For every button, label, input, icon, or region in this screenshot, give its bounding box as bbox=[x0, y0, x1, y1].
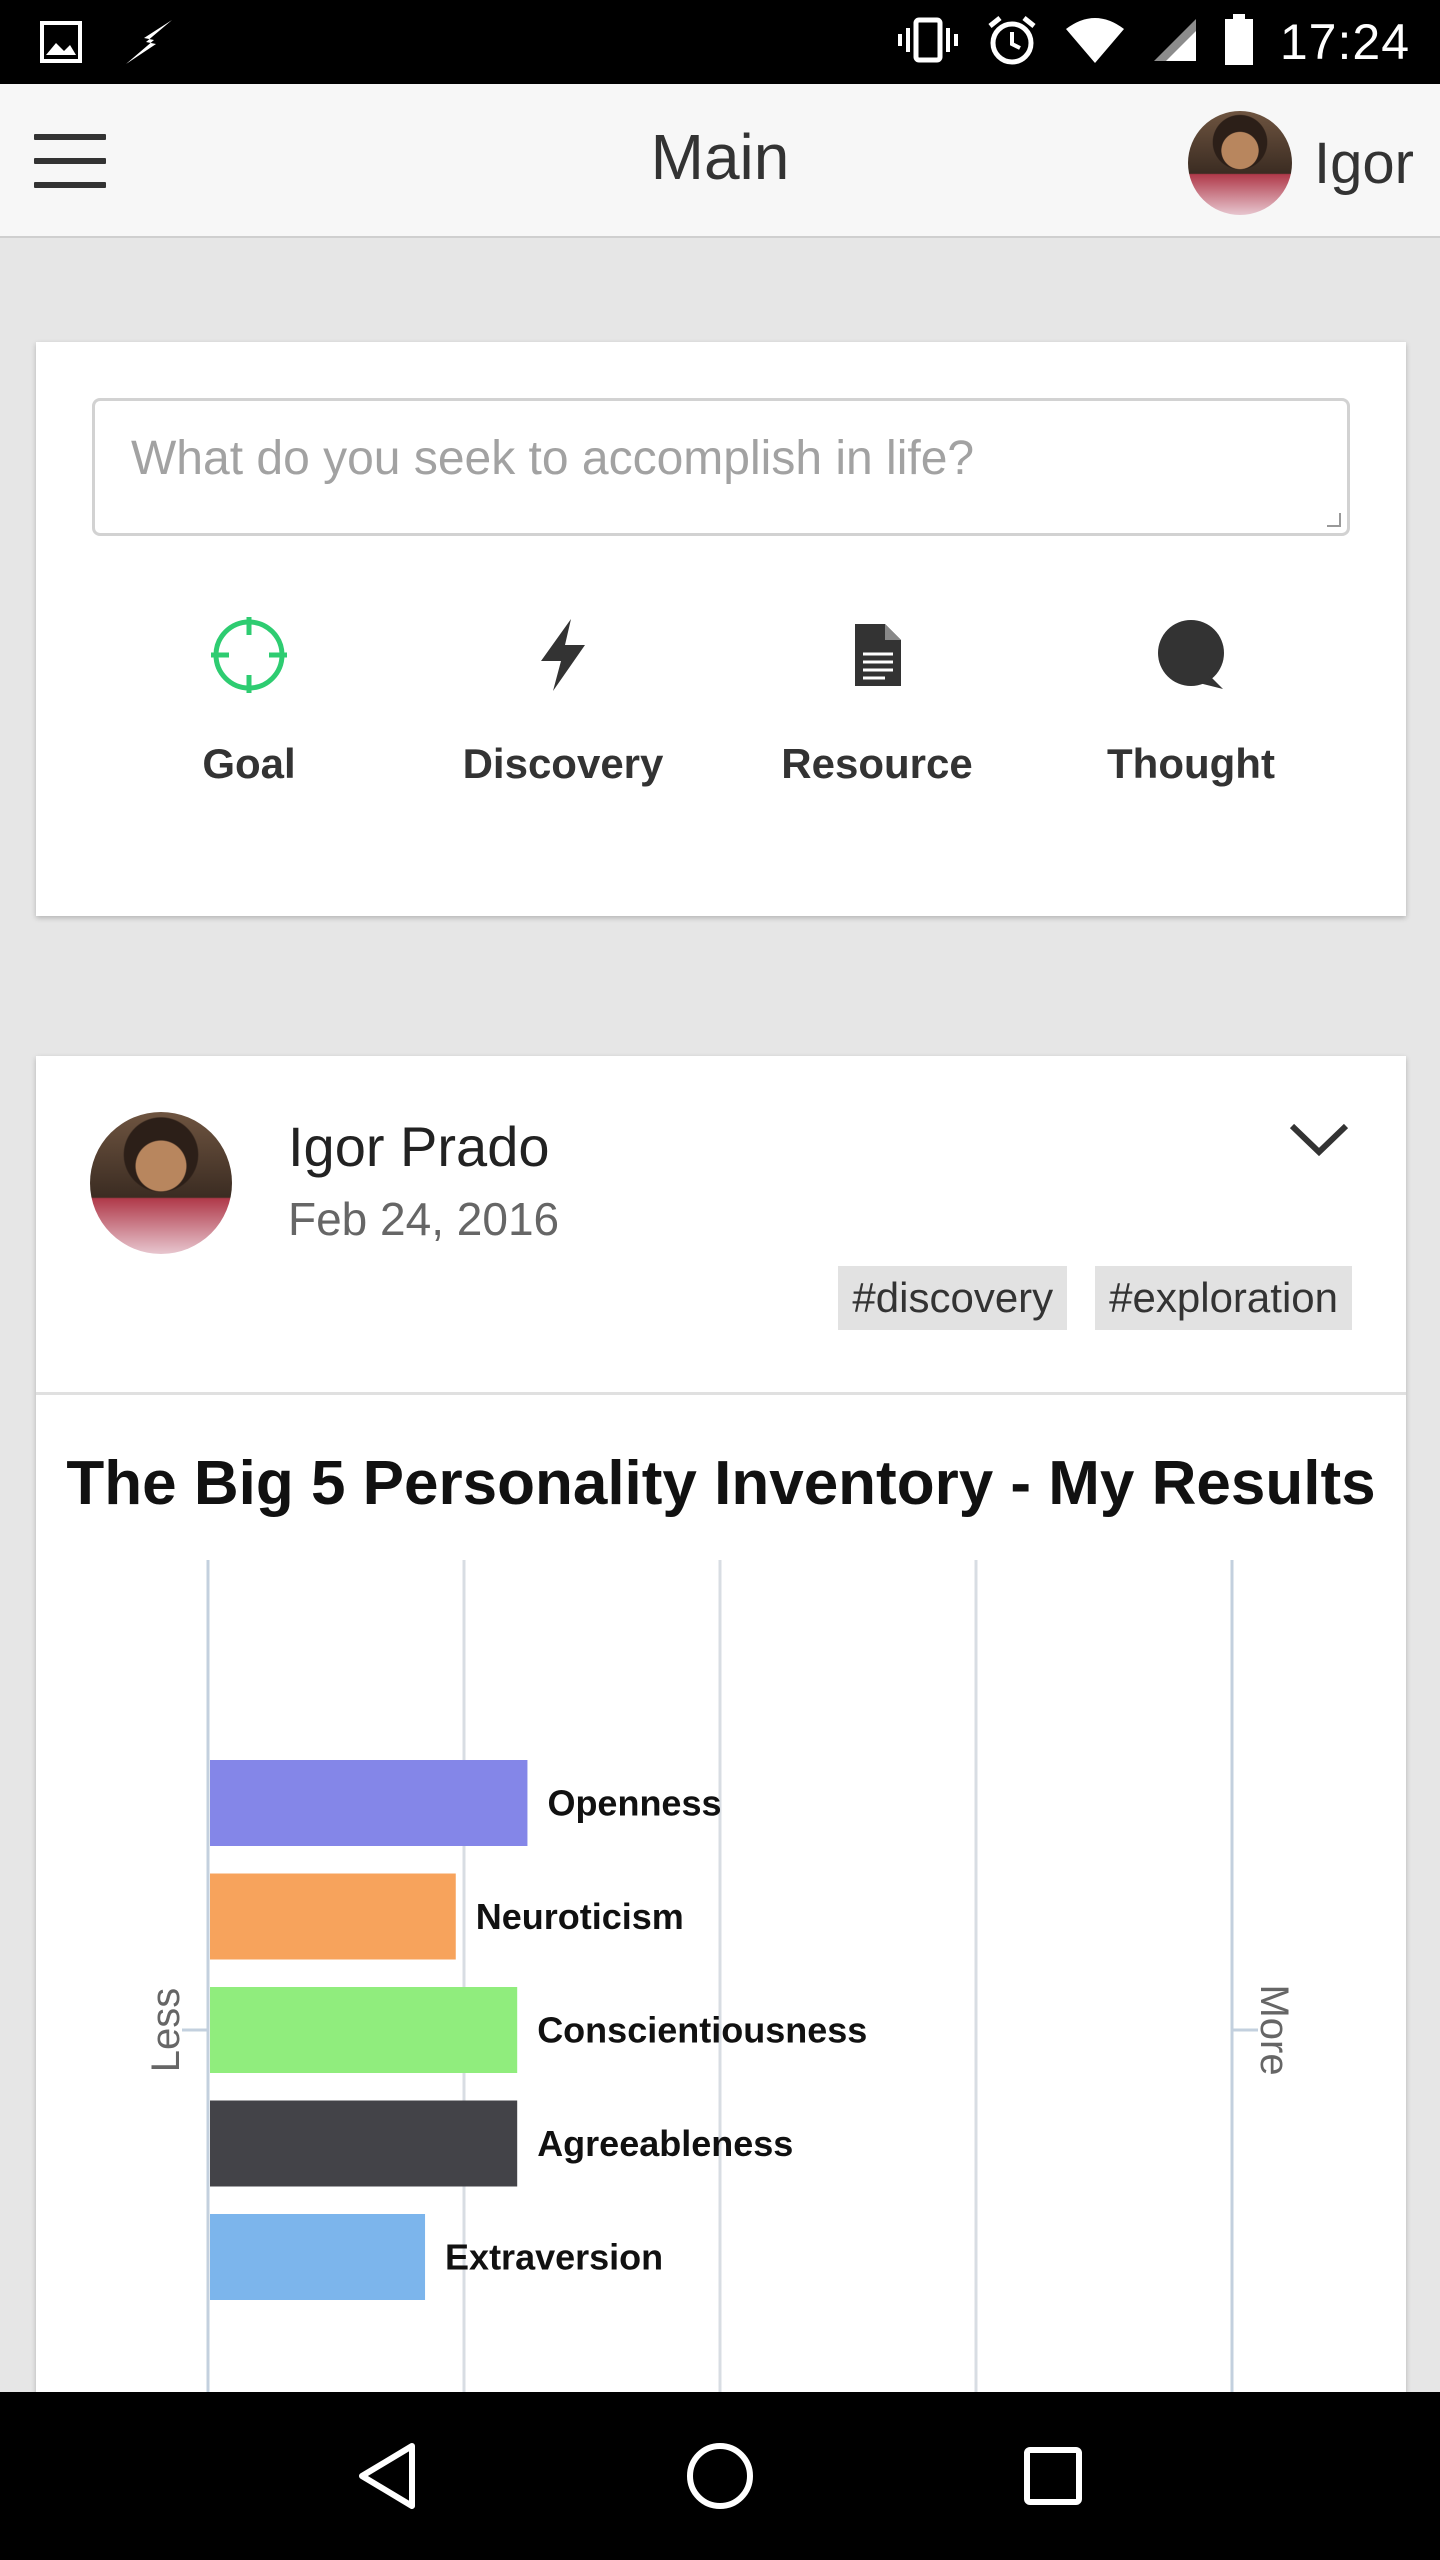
bar-label-conscientiousness: Conscientiousness bbox=[537, 2010, 867, 2051]
bar-conscientiousness[interactable] bbox=[210, 1987, 518, 2073]
post-type-actions: Goal Discovery Resource Thought bbox=[92, 612, 1350, 812]
home-icon[interactable] bbox=[665, 2421, 775, 2531]
author-avatar[interactable] bbox=[90, 1112, 232, 1254]
crosshair-icon bbox=[92, 612, 406, 698]
axis-left-label: Less bbox=[144, 1988, 188, 2073]
bar-label-openness: Openness bbox=[547, 1783, 721, 1824]
status-clock: 17:24 bbox=[1279, 14, 1410, 70]
app-bar: Main Igor bbox=[0, 84, 1440, 238]
post-card: Igor Prado Feb 24, 2016 #discovery #expl… bbox=[36, 1056, 1406, 2560]
goal-button[interactable]: Goal bbox=[92, 612, 406, 812]
battery-icon bbox=[1224, 13, 1254, 71]
axis-right-label: More bbox=[1252, 1984, 1296, 2075]
user-profile-button[interactable]: Igor bbox=[1188, 110, 1414, 216]
bar-neuroticism[interactable] bbox=[210, 1873, 456, 1960]
lightning-icon bbox=[406, 612, 720, 698]
bar-openness[interactable] bbox=[210, 1760, 528, 1846]
chart-bars: Openness Neuroticism Conscientiousness Agre… bbox=[210, 1760, 867, 2300]
resource-label: Resource bbox=[781, 740, 973, 787]
document-icon bbox=[720, 612, 1034, 698]
vibrate-icon bbox=[896, 16, 960, 69]
discovery-label: Discovery bbox=[462, 740, 664, 787]
bar-label-extraversion: Extraversion bbox=[445, 2237, 663, 2278]
gallery-notification-icon bbox=[40, 21, 82, 68]
flash-notification-icon bbox=[122, 18, 176, 71]
bar-agreeableness[interactable] bbox=[210, 2100, 518, 2187]
thought-label: Thought bbox=[1107, 740, 1275, 787]
cell-signal-icon bbox=[1152, 17, 1198, 68]
post-date: Feb 24, 2016 bbox=[288, 1193, 560, 1245]
resize-handle[interactable] bbox=[1327, 513, 1341, 527]
alarm-icon bbox=[986, 14, 1038, 71]
recents-icon[interactable] bbox=[998, 2421, 1108, 2531]
chevron-down-icon[interactable] bbox=[1284, 1116, 1354, 1166]
status-bar: 17:24 bbox=[0, 0, 1440, 84]
goal-input[interactable]: What do you seek to accomplish in life? bbox=[92, 398, 1350, 536]
compose-card: What do you seek to accomplish in life? … bbox=[36, 342, 1406, 916]
discovery-button[interactable]: Discovery bbox=[406, 612, 720, 812]
bar-extraversion[interactable] bbox=[210, 2214, 426, 2300]
tag-exploration[interactable]: #exploration bbox=[1095, 1266, 1352, 1330]
divider bbox=[36, 1392, 1406, 1395]
user-name: Igor bbox=[1314, 130, 1414, 196]
post-tags: #discovery #exploration bbox=[838, 1266, 1352, 1330]
resource-button[interactable]: Resource bbox=[720, 612, 1034, 812]
user-avatar bbox=[1188, 111, 1293, 215]
system-nav-bar bbox=[0, 2392, 1440, 2560]
speech-bubble-icon bbox=[1034, 612, 1348, 698]
bar-label-neuroticism: Neuroticism bbox=[476, 1896, 684, 1937]
wifi-icon bbox=[1064, 17, 1126, 68]
menu-icon[interactable] bbox=[34, 134, 106, 188]
goal-input-placeholder: What do you seek to accomplish in life? bbox=[131, 432, 975, 485]
back-icon[interactable] bbox=[332, 2421, 442, 2531]
post-author[interactable]: Igor Prado bbox=[288, 1114, 550, 1179]
thought-button[interactable]: Thought bbox=[1034, 612, 1348, 812]
tag-discovery[interactable]: #discovery bbox=[838, 1266, 1068, 1330]
bar-label-agreeableness: Agreeableness bbox=[537, 2123, 793, 2164]
chart-title: The Big 5 Personality Inventory - My Res… bbox=[66, 1449, 1376, 1518]
goal-label: Goal bbox=[202, 740, 296, 787]
